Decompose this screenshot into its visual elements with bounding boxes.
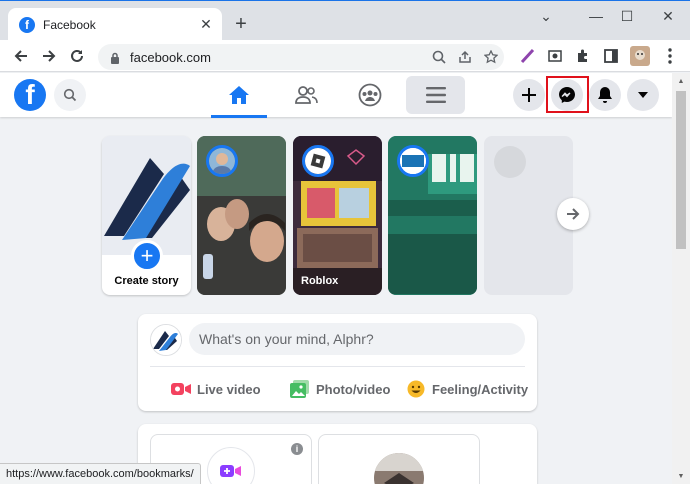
facebook-favicon: f [19, 16, 35, 33]
back-icon[interactable] [9, 44, 33, 68]
friends-icon [295, 86, 318, 104]
browser-tab-facebook[interactable]: f Facebook ✕ [8, 8, 222, 41]
photo-video-icon [290, 380, 310, 398]
nav-tab-menu[interactable] [406, 76, 465, 114]
video-plus-icon [220, 465, 241, 477]
notifications-button[interactable] [589, 79, 621, 111]
info-icon[interactable]: i [291, 443, 303, 455]
story-avatar [206, 145, 238, 177]
browser-toolbar: facebook.com [0, 40, 690, 72]
link-status-bar: https://www.facebook.com/bookmarks/ [0, 463, 201, 484]
stories-next-button[interactable] [557, 198, 589, 230]
menu-icon[interactable] [658, 44, 682, 68]
messenger-highlight-box [546, 76, 589, 113]
add-story-plus-icon[interactable]: + [131, 240, 163, 272]
feeling-activity-label: Feeling/Activity [432, 381, 529, 397]
screenshot-extension-icon[interactable] [546, 47, 564, 65]
plus-icon [522, 88, 536, 102]
news-now-avatar [397, 145, 429, 177]
close-window-button[interactable]: ✕ [652, 5, 684, 27]
hamburger-icon [425, 87, 446, 103]
scrollbar-thumb[interactable] [676, 91, 686, 249]
scroll-up-arrow-icon[interactable]: ▲ [672, 73, 690, 89]
photo-video-label: Photo/video [316, 381, 391, 397]
share-icon[interactable] [452, 46, 478, 68]
lock-icon[interactable] [110, 51, 120, 64]
story-name: Roblox [301, 275, 339, 287]
create-button[interactable] [513, 79, 545, 111]
nav-tab-friends[interactable] [278, 75, 334, 115]
placeholder-avatar [494, 146, 526, 178]
extensions-icon[interactable] [574, 47, 592, 65]
story-card-news[interactable] [388, 136, 477, 295]
facebook-search-button[interactable] [54, 79, 86, 111]
story-card-roblox[interactable]: Roblox [293, 136, 382, 295]
new-tab-button[interactable]: + [230, 13, 252, 35]
groups-icon [358, 83, 382, 107]
whats-on-your-mind-input[interactable]: What's on your mind, Alphr? [189, 323, 525, 355]
maximize-button[interactable]: ☐ [611, 5, 643, 27]
page-scrollbar[interactable]: ▲ ▼ [672, 73, 690, 484]
create-room-circle [207, 447, 255, 484]
browser-titlebar: f Facebook ✕ + ⌄ — ☐ ✕ [0, 0, 690, 41]
account-button[interactable] [627, 79, 659, 111]
create-story-label: Create story [114, 275, 179, 287]
search-icon [63, 88, 77, 102]
user-avatar[interactable] [150, 324, 182, 356]
feather-extension-icon[interactable] [518, 47, 536, 65]
facebook-logo[interactable]: f [14, 79, 46, 111]
profile-picture [102, 136, 191, 255]
composer-divider [150, 366, 525, 367]
live-video-button[interactable]: Live video [171, 374, 261, 404]
forward-icon[interactable] [37, 44, 61, 68]
home-icon [229, 86, 249, 104]
tab-search-chevron-icon[interactable]: ⌄ [530, 5, 562, 27]
nav-tab-groups[interactable] [342, 75, 398, 115]
reload-icon[interactable] [65, 44, 89, 68]
story-card[interactable] [197, 136, 286, 295]
live-video-icon [171, 380, 191, 398]
bell-icon [598, 87, 612, 103]
profile-icon[interactable] [630, 46, 650, 66]
caret-down-icon [638, 92, 648, 98]
photo-video-button[interactable]: Photo/video [290, 374, 390, 404]
zoom-icon[interactable] [426, 46, 452, 68]
url-text: facebook.com [130, 49, 211, 65]
scroll-down-arrow-icon[interactable]: ▼ [672, 468, 690, 484]
address-bar[interactable]: facebook.com [98, 44, 504, 70]
tab-close-icon[interactable]: ✕ [196, 15, 216, 35]
tab-title: Facebook [43, 17, 96, 32]
feeling-emoji-icon [406, 380, 426, 398]
side-panel-icon[interactable] [602, 47, 620, 65]
feeling-activity-button[interactable]: Feeling/Activity [406, 374, 528, 404]
nav-tab-home[interactable] [211, 75, 267, 118]
star-icon[interactable] [478, 46, 504, 68]
live-video-label: Live video [197, 381, 261, 397]
roblox-avatar [302, 145, 334, 177]
room-card[interactable] [318, 434, 480, 484]
arrow-right-icon [567, 208, 580, 220]
room-avatar [374, 453, 424, 484]
create-story-card[interactable]: + Create story [102, 136, 191, 295]
minimize-button[interactable]: — [580, 5, 612, 27]
post-composer: What's on your mind, Alphr? Live video P… [138, 314, 537, 411]
